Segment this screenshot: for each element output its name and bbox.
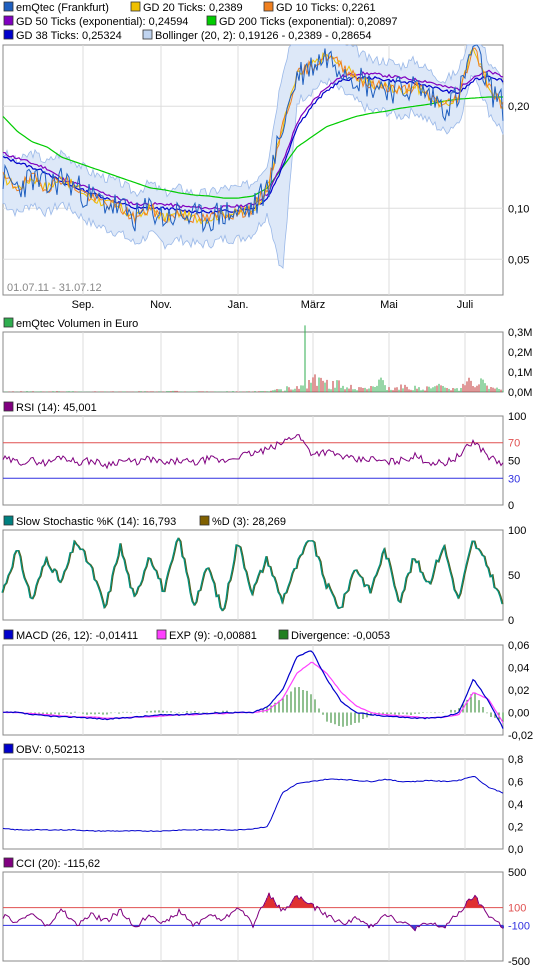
rsi-line [2, 434, 504, 470]
obv-tick-label: 0,2 [508, 822, 523, 834]
legend-swatch-gd200 [206, 15, 217, 26]
legend-bollinger: Bollinger (20, 2): 0,19126 - 0,2389 - 0,… [155, 30, 371, 42]
legend-price: emQtec (Frankfurt) [16, 2, 109, 14]
cci-tick-label: -100 [508, 920, 530, 932]
stoch-k-line [1, 537, 503, 612]
cci-tick-label: 500 [508, 867, 526, 879]
x-tick-label: Jan. [228, 299, 249, 311]
obv-tick-label: 0,8 [508, 754, 523, 766]
legend-gd200: GD 200 Ticks (exponential): 0,20897 [219, 16, 398, 28]
legend-swatch-macd [3, 629, 14, 640]
legend-obv: OBV: 0,50213 [16, 744, 85, 756]
macd-tick-label: 0,00 [508, 708, 529, 720]
x-tick-label: März [301, 299, 325, 311]
chart-canvas: emQtec (Frankfurt) GD 20 Ticks: 0,2389 GD … [1, 1, 533, 968]
legend-swatch-divergence [278, 629, 289, 640]
rsi-tick-label: 70 [508, 438, 520, 450]
price-tick-label: 0,20 [508, 101, 529, 113]
legend-stoch-d: %D (3): 28,269 [212, 516, 286, 528]
x-tick-label: Mai [380, 299, 398, 311]
obv-tick-label: 0,6 [508, 777, 523, 789]
date-range-label: 01.07.11 - 31.07.12 [7, 282, 102, 294]
stoch-d-line [2, 537, 504, 612]
legend-swatch-volume [3, 317, 14, 328]
rsi-tick-label: 30 [508, 473, 520, 485]
legend-swatch-gd20 [130, 1, 141, 12]
macd-tick-label: -0,02 [508, 730, 533, 742]
macd-tick-label: 0,06 [508, 640, 529, 652]
legend-gd50: GD 50 Ticks (exponential): 0,24594 [16, 16, 188, 28]
legend-divergence: Divergence: -0,0053 [291, 630, 390, 642]
legend-swatch-stoch-k [3, 515, 14, 526]
price-tick-label: 0,05 [508, 254, 529, 266]
x-tick-label: Sep. [72, 299, 95, 311]
macd-line [3, 650, 504, 729]
volume-tick-label: 0,1M [508, 367, 532, 379]
rsi-panel-frame [2, 415, 504, 506]
legend-swatch-exp [156, 629, 167, 640]
cci-tick-label: -500 [508, 956, 530, 968]
legend-swatch-bollinger [142, 29, 153, 40]
legend-gd38: GD 38 Ticks: 0,25324 [16, 30, 122, 42]
rsi-tick-label: 0 [508, 500, 514, 512]
legend-swatch-cci [3, 857, 14, 868]
legend-rsi: RSI (14): 45,001 [16, 402, 97, 414]
cci-panel-frame [2, 871, 504, 962]
legend-swatch-gd50 [3, 15, 14, 26]
legend-swatch-rsi [3, 401, 14, 412]
obv-tick-label: 0,0 [508, 844, 523, 856]
cci-tick-label: 100 [508, 903, 526, 915]
price-tick-label: 0,10 [508, 203, 529, 215]
legend-swatch-obv [3, 743, 14, 754]
volume-tick-label: 0,3M [508, 327, 532, 339]
macd-tick-label: 0,02 [508, 685, 529, 697]
stoch-tick-label: 50 [508, 570, 520, 582]
legend-stoch-k: Slow Stochastic %K (14): 16,793 [16, 516, 176, 528]
legend-cci: CCI (20): -115,62 [16, 858, 100, 870]
stoch-panel-frame [2, 529, 504, 621]
macd-panel-frame [2, 644, 504, 736]
legend-swatch-stoch-d [199, 515, 210, 526]
stoch-tick-label: 100 [508, 525, 526, 537]
legend-swatch-gd10 [263, 1, 274, 12]
macd-tick-label: 0,04 [508, 663, 529, 675]
rsi-tick-label: 50 [508, 456, 520, 468]
legend-swatch-gd38 [3, 29, 14, 40]
obv-line [2, 775, 504, 832]
bollinger-band [2, 44, 504, 269]
rsi-tick-label: 100 [508, 411, 526, 423]
legend-swatch-price [3, 1, 14, 12]
volume-tick-label: 0,0M [508, 387, 532, 399]
legend-macd: MACD (26, 12): -0,01411 [16, 630, 138, 642]
exp-line [2, 661, 504, 723]
obv-tick-label: 0,4 [508, 799, 523, 811]
x-tick-label: Juli [457, 299, 474, 311]
legend-gd10: GD 10 Ticks: 0,2261 [276, 2, 376, 14]
volume-tick-label: 0,2M [508, 347, 532, 359]
volume-panel-frame [2, 331, 504, 393]
legend-exp: EXP (9): -0,00881 [169, 630, 257, 642]
legend-gd20: GD 20 Ticks: 0,2389 [143, 2, 243, 14]
x-tick-label: Nov. [150, 299, 172, 311]
stoch-tick-label: 0 [508, 615, 514, 627]
legend-volume: emQtec Volumen in Euro [16, 318, 138, 330]
obv-panel-frame [2, 758, 504, 850]
